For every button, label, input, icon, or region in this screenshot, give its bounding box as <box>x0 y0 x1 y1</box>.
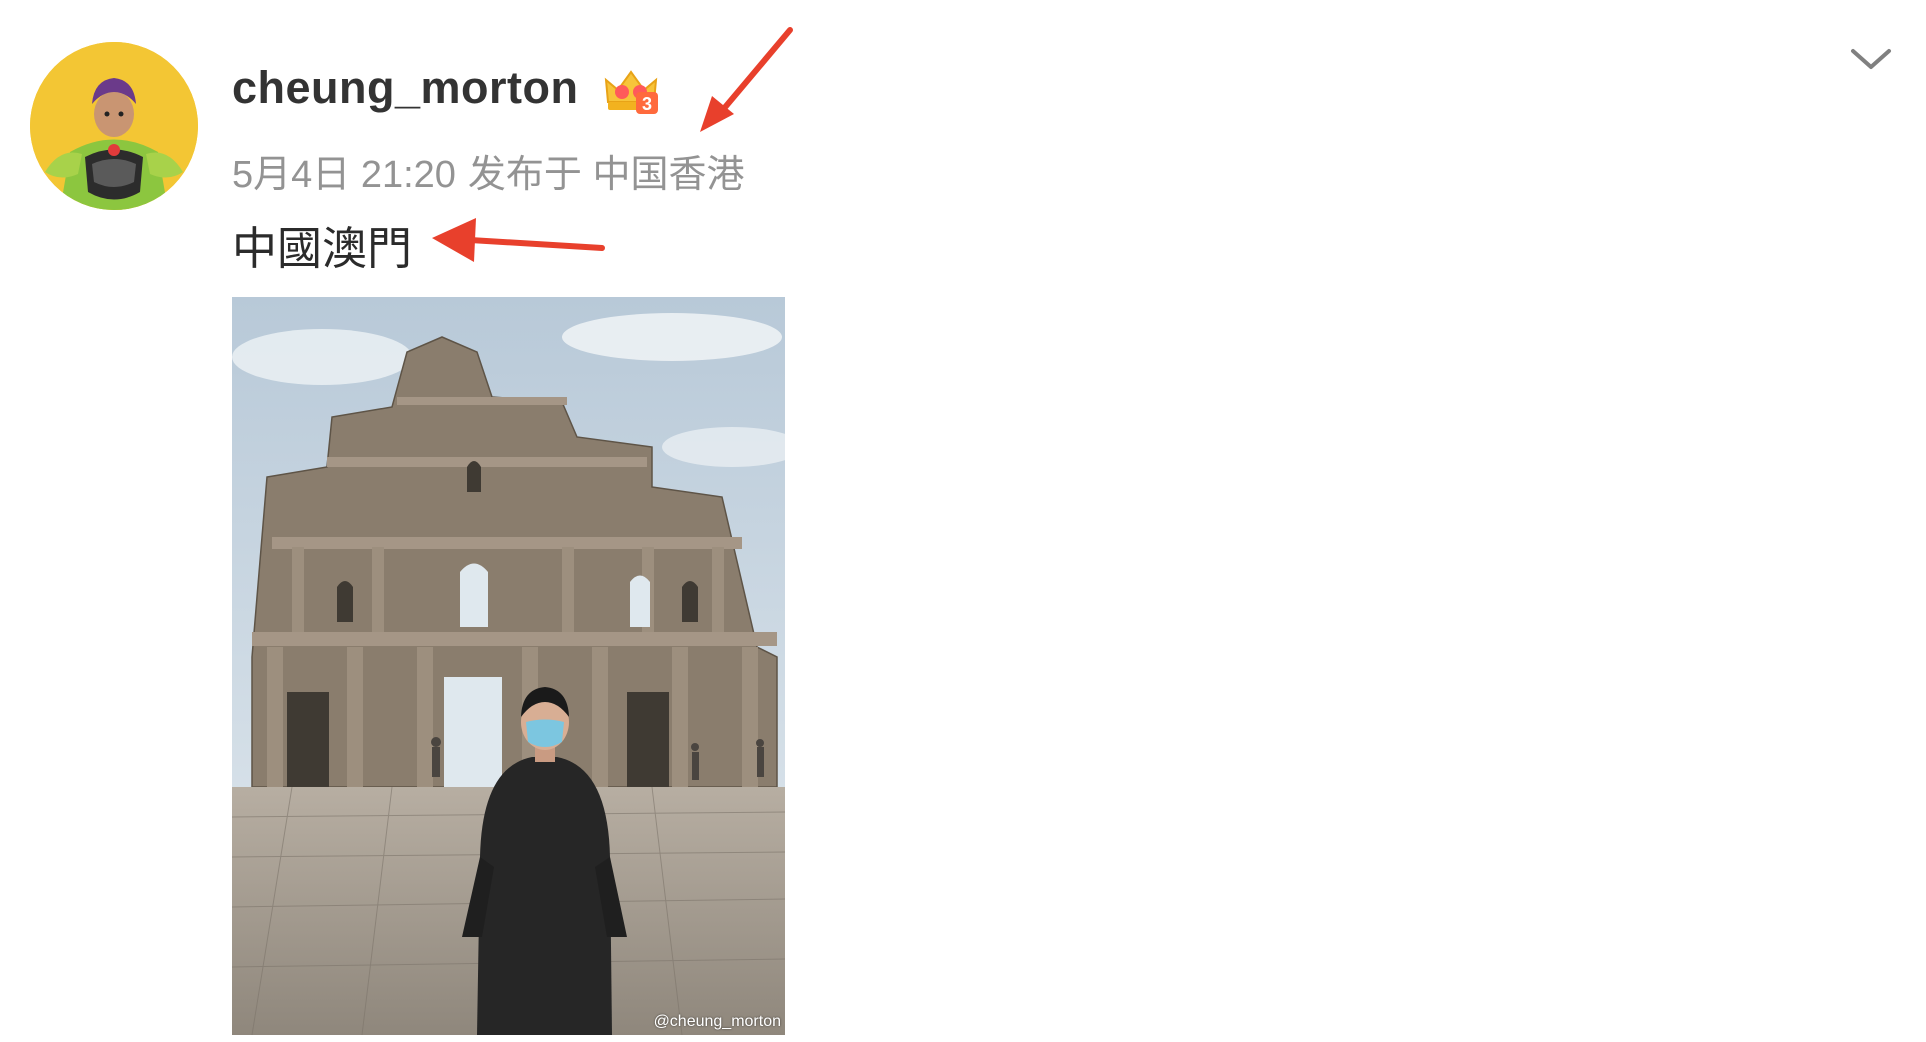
post-location: 发布于 中国香港 <box>467 154 745 196</box>
vip-crown-badge-icon[interactable]: 3 <box>602 62 660 118</box>
post-meta: 5月4日 21:20 发布于 中国香港 <box>232 143 756 198</box>
post-image[interactable]: @cheung_morton <box>232 297 785 1035</box>
avatar-image <box>30 42 198 210</box>
arrow-to-post-text <box>432 218 605 262</box>
post-date[interactable]: 5月4日 21:20 <box>232 154 456 196</box>
image-watermark: @cheung_morton <box>653 1013 781 1030</box>
chevron-down-icon[interactable] <box>1848 42 1894 76</box>
username[interactable]: cheung_morton <box>232 62 579 114</box>
avatar[interactable] <box>30 42 198 210</box>
photo-ruins-of-st-paul <box>232 297 785 1035</box>
weibo-post: cheung_morton 3 5月4日 21:20 发布于 中国香港 中國澳門 <box>0 0 1926 1042</box>
arrow-to-location <box>700 27 793 132</box>
post-text: 中國澳門 <box>232 223 413 274</box>
vip-level: 3 <box>642 94 652 114</box>
